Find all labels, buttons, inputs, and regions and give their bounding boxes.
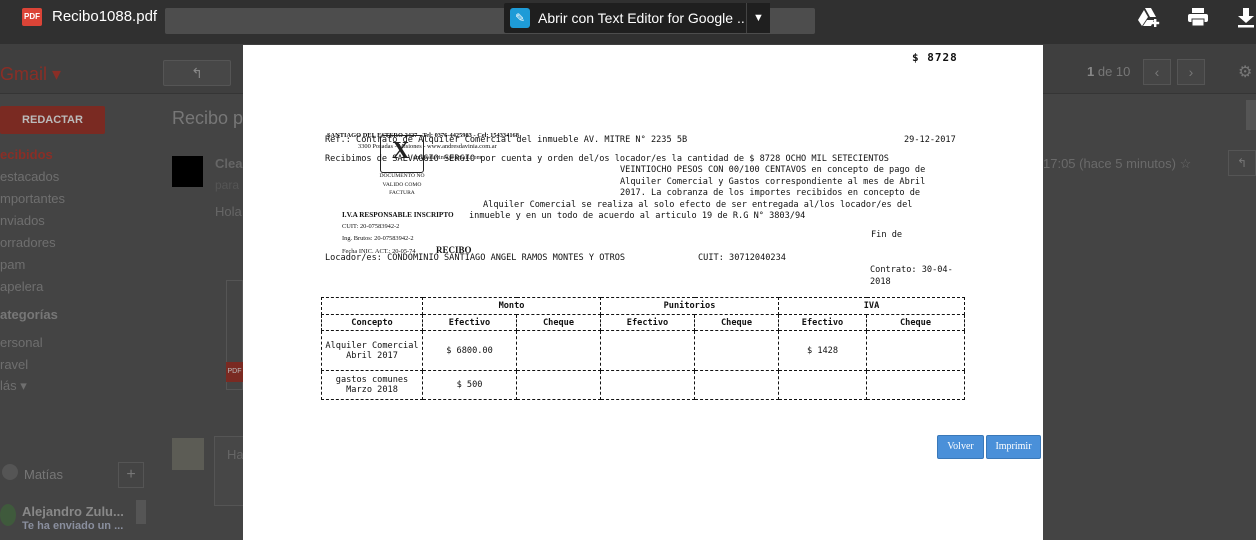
chat-avatar [0, 504, 16, 526]
page-count: 1 de 10 [1087, 64, 1131, 79]
imprimir-button[interactable]: Imprimir [986, 435, 1041, 459]
compose-button: REDACTAR [0, 106, 105, 134]
next-email-icon: › [1177, 59, 1205, 85]
nav-trash: apelera [0, 279, 44, 294]
add-contact-icon: + [118, 462, 144, 488]
table-cell [516, 330, 601, 371]
viewer-toolbar: PDF Recibo1088.pdf ✎ Abrir con Text Edit… [0, 0, 1256, 35]
nav-inbox: ecibidos [0, 147, 53, 162]
alquiler-line: Alquiler Comercial se realiza al solo ef… [483, 200, 913, 210]
open-with-label: Abrir con Text Editor for Google ... [538, 10, 749, 26]
table-header-cell: Cheque [866, 314, 965, 331]
email-subject: Recibo p [172, 108, 244, 128]
label-personal: ersonal [0, 335, 43, 350]
table-header-punitorios: Punitorios [600, 297, 779, 315]
table-cell [694, 370, 779, 400]
table-cell [778, 370, 867, 400]
page-scrollbar [1246, 100, 1256, 130]
prev-email-icon: ‹ [1143, 59, 1171, 85]
reply-icon: ↰ [1228, 150, 1256, 176]
table-cell: $ 6800.00 [422, 330, 517, 371]
table-cell [600, 370, 695, 400]
nav-important: mportantes [0, 191, 66, 206]
back-arrow-button: ↰ [163, 60, 231, 86]
email-body: Hola [215, 204, 242, 219]
recipient-line: para [215, 178, 240, 192]
pdf-file-icon: PDF [22, 8, 42, 26]
table-cell: $ 1428 [778, 330, 867, 371]
nav-spam: pam [0, 257, 26, 272]
table-header-empty [321, 297, 423, 315]
download-icon[interactable] [1234, 6, 1256, 28]
locador-line: Locador/es: CONDOMINIO SANTIAGO ANGEL RA… [325, 253, 626, 263]
nav-sent: nviados [0, 213, 45, 228]
contact-avatar [2, 464, 18, 480]
table-row: gastos comunes Marzo 2018 $ 500 [321, 370, 965, 400]
table-header-cell: Cheque [516, 314, 601, 331]
table-cell [516, 370, 601, 400]
reply-box: Ha [214, 436, 244, 506]
table-cell [866, 370, 965, 400]
label-more: lás ▾ [0, 378, 27, 393]
recibimos-line: Recibimos de SALVAGGIO SERGIO por cuenta… [325, 154, 889, 164]
sender-name: Clea [215, 156, 243, 171]
table-cell: $ 500 [422, 370, 517, 400]
table-sub-header-row: Concepto Efectivo Cheque Efectivo Cheque… [321, 314, 965, 331]
table-cell [866, 330, 965, 371]
contrato-line-2: 2018 [870, 277, 891, 287]
gmail-logo: Gmail ▾ [0, 64, 62, 84]
chat-name: Alejandro Zulu... [22, 504, 124, 519]
payment-table: Monto Punitorios IVA Concepto Efectivo C… [321, 297, 965, 400]
table-row: Alquiler Comercial Abril 2017 $ 6800.00 … [321, 330, 965, 371]
issuer-ing-brutos: Ing. Brutos: 20-07583942-2 [342, 235, 414, 242]
open-with-button[interactable]: ✎ Abrir con Text Editor for Google ... [504, 3, 770, 33]
open-with-dropdown[interactable]: ▼ [746, 3, 770, 33]
issuer-cuit: CUIT: 20-07583942-2 [342, 223, 400, 230]
nav-drafts: orradores [0, 235, 56, 250]
email-time: 17:05 (hace 5 minutos) ☆ [1043, 156, 1192, 171]
table-header-cell: Concepto [321, 314, 423, 331]
table-header-monto: Monto [422, 297, 601, 315]
chat-message: Te ha enviado un ... [22, 520, 124, 532]
table-cell: gastos comunes Marzo 2018 [321, 370, 423, 400]
reply-avatar [172, 438, 204, 470]
print-icon[interactable] [1186, 6, 1210, 28]
receipt-date: 29-12-2017 [904, 135, 956, 145]
table-header-cell: Efectivo [422, 314, 517, 331]
fin-de: Fin de [871, 230, 903, 240]
locador-cuit: CUIT: 30712040234 [698, 253, 786, 263]
table-cell [600, 330, 695, 371]
table-cell: Alquiler Comercial Abril 2017 [321, 330, 423, 371]
table-header-iva: IVA [778, 297, 965, 315]
table-header-cell: Cheque [694, 314, 779, 331]
volver-button[interactable]: Volver [937, 435, 984, 459]
iva-status: I.V.A RESPONSABLE INSCRIPTO [342, 211, 454, 219]
sender-avatar [172, 156, 203, 187]
file-name: Recibo1088.pdf [52, 8, 158, 25]
gear-icon: ⚙ [1238, 64, 1253, 81]
table-header-cell: Efectivo [778, 314, 867, 331]
add-to-drive-icon[interactable] [1137, 6, 1161, 28]
chevron-down-icon: ▼ [753, 12, 764, 24]
chat-item: Alejandro Zulu... Te ha enviado un ... [0, 500, 146, 540]
contrato-line-1: Contrato: 30-04- [870, 265, 953, 275]
not-valid-note: DOCUMENTO NO VALIDO COMO FACTURA [379, 173, 425, 196]
concept-line-1: VEINTIOCHO PESOS CON 00/100 CENTAVOS en … [620, 165, 926, 175]
pdf-page: $ 8728 SANTIAGO DEL ESTERO 2427 - Tel: 0… [243, 45, 1043, 540]
chat-scrollbar [136, 500, 146, 524]
inmueble-line: inmueble y en un todo de acuerdo al arti… [469, 211, 806, 221]
concept-line-3: 2017. La cobranza de los importes recibi… [620, 188, 921, 198]
pdf-chip-icon: PDF [226, 362, 243, 382]
concept-line-2: Alquiler Comercial y Gastos correspondie… [620, 177, 926, 187]
label-travel: ravel [0, 357, 29, 372]
nav-starred: estacados [0, 169, 60, 184]
table-group-header-row: Monto Punitorios IVA [321, 297, 965, 315]
receipt-amount: $ 8728 [912, 51, 958, 64]
nav-categories: ategorías [0, 307, 58, 322]
table-header-cell: Efectivo [600, 314, 695, 331]
text-editor-icon: ✎ [510, 8, 530, 28]
table-cell [694, 330, 779, 371]
ref-line: Ref.: Contrato de Alquiler Comercial del… [325, 135, 688, 145]
